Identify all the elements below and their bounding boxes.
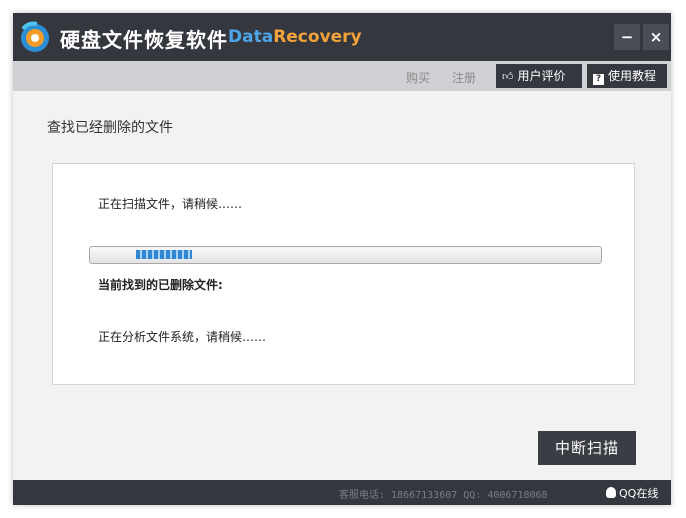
top-toolbar: 购买 注册 👍︎ 用户评价 ? 使用教程 bbox=[13, 61, 671, 91]
app-title-en: DataRecovery bbox=[228, 27, 362, 47]
app-window: 硬盘文件恢复软件 DataRecovery − × 购买 注册 👍︎ 用户评价 ?… bbox=[13, 13, 671, 505]
tutorial-label: 使用教程 bbox=[608, 69, 657, 83]
user-reviews-label: 用户评价 bbox=[517, 69, 566, 83]
scan-panel: 正在扫描文件，请稍候…… 当前找到的已删除文件: 正在分析文件系统，请稍候…… bbox=[52, 163, 635, 385]
thumbs-up-icon: 👍︎ bbox=[502, 70, 514, 83]
app-title: 硬盘文件恢复软件 bbox=[60, 28, 228, 52]
scan-progress-bar bbox=[89, 246, 602, 264]
tutorial-button[interactable]: ? 使用教程 bbox=[587, 64, 667, 88]
qq-online-label: QQ在线 bbox=[619, 487, 659, 500]
close-button[interactable]: × bbox=[643, 24, 669, 50]
user-reviews-button[interactable]: 👍︎ 用户评价 bbox=[496, 64, 582, 88]
title-en-recovery: Recovery bbox=[273, 27, 362, 47]
app-logo-icon bbox=[21, 21, 49, 52]
stop-scan-button[interactable]: 中断扫描 bbox=[538, 431, 636, 465]
register-link[interactable]: 注册 bbox=[452, 69, 476, 86]
status-bar: 客服电话: 18667133607 QQ: 4006718068 QQ在线 bbox=[13, 480, 671, 505]
scan-status-text: 正在扫描文件，请稍候…… bbox=[98, 197, 243, 211]
found-files-label: 当前找到的已删除文件: bbox=[98, 278, 223, 292]
qq-online-button[interactable]: QQ在线 bbox=[606, 485, 658, 501]
section-title: 查找已经删除的文件 bbox=[47, 120, 173, 136]
title-bar[interactable]: 硬盘文件恢复软件 DataRecovery − × bbox=[13, 13, 671, 61]
buy-link[interactable]: 购买 bbox=[406, 69, 430, 86]
qq-penguin-icon bbox=[606, 487, 616, 498]
help-book-icon: ? bbox=[593, 74, 604, 85]
title-en-data: Data bbox=[228, 27, 274, 47]
support-contact: 客服电话: 18667133607 QQ: 4006718068 bbox=[339, 490, 548, 501]
progress-indicator bbox=[136, 250, 192, 259]
minimize-button[interactable]: − bbox=[614, 24, 640, 50]
analyze-status-text: 正在分析文件系统，请稍候…… bbox=[98, 330, 267, 344]
